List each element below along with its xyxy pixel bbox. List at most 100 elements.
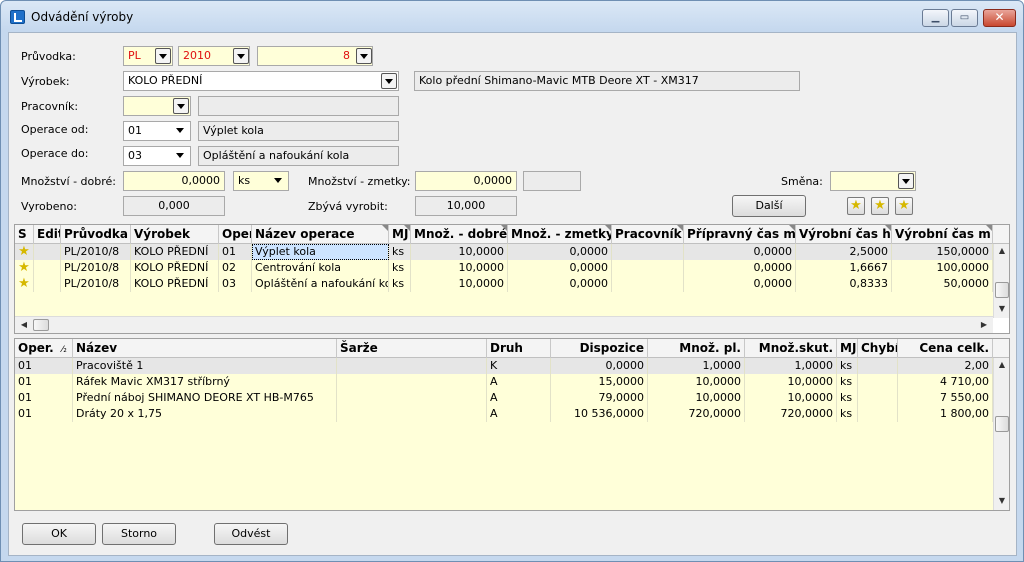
scroll-down-icon[interactable]: ▼ <box>995 496 1009 505</box>
scroll-down-icon[interactable]: ▼ <box>995 304 1009 313</box>
table-row[interactable]: 01 Přední náboj SHIMANO DEORE XT HB-M765 A… <box>15 390 993 406</box>
table-cell: ks <box>837 406 858 422</box>
table-cell: 01 <box>15 406 73 422</box>
minimize-button[interactable]: ▁ <box>922 9 949 27</box>
table-cell: 150,0000 <box>892 244 993 260</box>
operace-do-dropdown-icon[interactable] <box>173 148 189 164</box>
star-plus-icon[interactable]: ★ <box>871 197 889 215</box>
column-header-label: Druh <box>490 341 523 355</box>
table-row[interactable]: 01 Ráfek Mavic XM317 stříbrný A 15,0000 10,0… <box>15 374 993 390</box>
vyrobek-dropdown-icon[interactable] <box>381 73 397 89</box>
table-cell[interactable]: Výplet kola <box>252 244 389 260</box>
star-icon[interactable]: ★ <box>847 197 865 215</box>
operations-vertical-scrollbar[interactable]: ▲ ▼ <box>993 244 1009 318</box>
column-header[interactable]: MJ <box>837 339 858 358</box>
column-header[interactable]: Druh <box>487 339 551 358</box>
window-title: Odvádění výroby <box>31 10 134 24</box>
grid-empty-area <box>15 422 993 510</box>
column-header[interactable]: Cena celk. <box>898 339 993 358</box>
table-cell: 1 800,00 <box>898 406 993 422</box>
column-header-label: Název <box>76 341 118 355</box>
column-header[interactable]: Přípravný čas m <box>684 225 796 244</box>
column-header[interactable]: Oper <box>219 225 252 244</box>
table-cell: 10,0000 <box>411 276 508 292</box>
window: Odvádění výroby ▁ ▭ ✕ Průvodka: PL 2010 … <box>0 0 1024 562</box>
scroll-up-icon[interactable]: ▲ <box>995 246 1009 255</box>
pruvodka-year-dropdown-icon[interactable] <box>233 48 249 64</box>
table-cell: PL/2010/8 <box>61 260 131 276</box>
table-row[interactable]: 01 Dráty 20 x 1,75 A 10 536,0000 720,0000 720… <box>15 406 993 422</box>
table-cell: 720,0000 <box>648 406 745 422</box>
column-header[interactable]: Chybí <box>858 339 898 358</box>
mj-dropdown-icon[interactable] <box>271 173 287 189</box>
column-header[interactable]: Šarže <box>337 339 487 358</box>
materials-vertical-scrollbar[interactable]: ▲ ▼ <box>993 358 1009 510</box>
column-header[interactable]: Výrobní čas m <box>892 225 993 244</box>
zbyva-label: Zbývá vyrobit: <box>308 200 388 213</box>
scroll-thumb[interactable] <box>995 416 1009 432</box>
maximize-button[interactable]: ▭ <box>951 9 978 27</box>
pracovnik-dropdown-icon[interactable] <box>173 98 189 114</box>
column-header-label: Množ.skut. <box>758 341 833 355</box>
pruvodka-label: Průvodka: <box>21 50 76 63</box>
column-header[interactable]: Oper. ⁄₂ <box>15 339 73 358</box>
table-row[interactable]: ★ PL/2010/8 KOLO PŘEDNÍ 02 Centrování kola ks… <box>15 260 993 276</box>
vyrobek-field[interactable]: KOLO PŘEDNÍ <box>123 71 399 91</box>
table-cell: 0,0000 <box>684 244 796 260</box>
mnozstvi-dobre-field[interactable]: 0,0000 <box>123 171 225 191</box>
table-cell: ks <box>389 276 411 292</box>
table-row[interactable]: ★ PL/2010/8 KOLO PŘEDNÍ 01 Výplet kola ks 10,0… <box>15 244 993 260</box>
scroll-thumb[interactable] <box>995 282 1009 298</box>
table-row[interactable]: 01 Pracoviště 1 K 0,0000 1,0000 1,0000 ks 2,00 <box>15 358 993 374</box>
column-filter-icon <box>885 225 891 231</box>
table-cell: 10,0000 <box>411 260 508 276</box>
operace-od-dropdown-icon[interactable] <box>173 123 189 139</box>
column-filter-icon <box>605 225 611 231</box>
mnozstvi-zmetky-field[interactable]: 0,0000 <box>415 171 517 191</box>
ok-button[interactable]: OK <box>22 523 96 545</box>
column-header[interactable]: Průvodka <box>61 225 131 244</box>
table-cell: 50,0000 <box>892 276 993 292</box>
table-cell <box>612 260 684 276</box>
scroll-left-icon[interactable]: ◀ <box>17 320 31 329</box>
close-button[interactable]: ✕ <box>983 9 1016 27</box>
column-header[interactable]: Množ. - zmetky <box>508 225 612 244</box>
operations-grid[interactable]: S Edit Průvodka Výrobek Oper Název operace MJ M… <box>14 224 1010 334</box>
materials-grid[interactable]: Oper. ⁄₂ Název Šarže Druh Dispozice Množ. pl. M… <box>14 338 1010 511</box>
title-bar: Odvádění výroby ▁ ▭ ✕ <box>1 1 1023 31</box>
column-header[interactable]: Výrobní čas h <box>796 225 892 244</box>
column-header[interactable]: S <box>15 225 34 244</box>
storno-button[interactable]: Storno <box>102 523 176 545</box>
column-header[interactable]: MJ <box>389 225 411 244</box>
table-cell <box>858 406 898 422</box>
smena-dropdown-icon[interactable] <box>898 173 914 189</box>
star-minus-icon[interactable]: ★ <box>895 197 913 215</box>
column-header[interactable]: Množ. pl. <box>648 339 745 358</box>
pruvodka-prefix-dropdown-icon[interactable] <box>155 48 171 64</box>
column-filter-icon <box>986 225 992 231</box>
column-header[interactable]: Pracovník <box>612 225 684 244</box>
smena-label: Směna: <box>781 175 823 188</box>
scroll-up-icon[interactable]: ▲ <box>995 360 1009 369</box>
column-header[interactable]: Dispozice <box>551 339 648 358</box>
column-header[interactable]: Název <box>73 339 337 358</box>
column-filter-icon <box>382 225 388 231</box>
app-icon <box>10 10 25 24</box>
hscroll-thumb[interactable] <box>33 319 49 331</box>
pruvodka-number-dropdown-icon[interactable] <box>356 48 372 64</box>
column-header[interactable]: Množ. - dobré <box>411 225 508 244</box>
scroll-right-icon[interactable]: ▶ <box>977 320 991 329</box>
table-cell: 03 <box>219 276 252 292</box>
dialog-body: Průvodka: PL 2010 8 Výrobek: KOLO PŘEDNÍ… <box>8 32 1017 556</box>
table-cell: A <box>487 390 551 406</box>
operace-do-label: Operace do: <box>21 147 89 160</box>
operations-horizontal-scrollbar[interactable]: ◀ ▶ <box>15 316 993 333</box>
column-header[interactable]: Název operace <box>252 225 389 244</box>
column-header[interactable]: Edit <box>34 225 61 244</box>
column-header[interactable]: Množ.skut. <box>745 339 837 358</box>
table-row[interactable]: ★ PL/2010/8 KOLO PŘEDNÍ 03 Opláštění a nafou… <box>15 276 993 292</box>
odvest-button[interactable]: Odvést <box>214 523 288 545</box>
column-header[interactable]: Výrobek <box>131 225 219 244</box>
table-cell: 15,0000 <box>551 374 648 390</box>
dalsi-button[interactable]: Další <box>732 195 806 217</box>
